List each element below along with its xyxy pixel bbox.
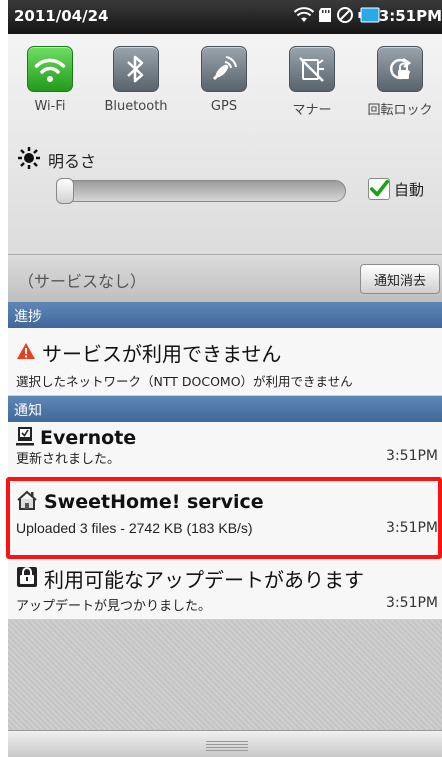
auto-label: 自動 xyxy=(394,180,425,199)
brightness-slider-thumb[interactable] xyxy=(56,178,74,204)
toggle-rotation-lock[interactable]: 回転ロック xyxy=(360,46,440,126)
brightness-label: 明るさ xyxy=(48,152,97,171)
notification-item-update[interactable]: 利用可能なアップデートがあります アップデートが見つかりました。 3:51PM xyxy=(8,558,442,620)
quick-settings: Wi-Fi Bluetooth GPS マナー 回転ロック 明るさ xyxy=(8,34,442,254)
auto-brightness-toggle[interactable]: 自動 xyxy=(368,178,424,200)
carrier-label: （サービスなし） xyxy=(18,272,147,291)
toggle-label: Bluetooth xyxy=(104,99,168,114)
status-bar: 2011/04/24 3:51PM xyxy=(8,0,442,34)
update-icon xyxy=(16,566,38,592)
silent-mode-icon xyxy=(289,46,335,92)
notification-detail: アップデートが見つかりました。 xyxy=(16,599,212,614)
brightness-icon xyxy=(18,147,40,173)
notification-detail: 更新されました。 xyxy=(16,452,121,467)
notification-time: 3:51PM xyxy=(386,448,438,464)
notification-title: 利用可能なアップデートがあります xyxy=(44,568,364,592)
highlight-box xyxy=(6,477,442,559)
auto-checkbox[interactable] xyxy=(368,178,390,200)
clear-notifications-button[interactable]: 通知消去 xyxy=(360,264,440,294)
notification-title: Evernote xyxy=(40,427,137,449)
notification-title-row: サービスが利用できません xyxy=(16,338,281,367)
status-time: 3:51PM xyxy=(378,7,442,25)
toggle-bluetooth[interactable]: Bluetooth xyxy=(96,46,176,126)
evernote-icon xyxy=(16,426,34,450)
status-icons xyxy=(293,5,380,29)
notification-item-evernote[interactable]: Evernote 更新されました。 3:51PM xyxy=(8,422,442,478)
notification-title-row: 利用可能なアップデートがあります xyxy=(16,564,364,593)
section-header-ongoing: 進捗 xyxy=(8,302,442,328)
warning-icon xyxy=(16,342,36,364)
drawer-handle[interactable] xyxy=(8,730,442,757)
brightness-row: 明るさ xyxy=(18,147,96,173)
bluetooth-icon xyxy=(113,46,159,92)
notification-detail: 選択したネットワーク（NTT DOCOMO）が利用できません xyxy=(16,374,353,389)
wifi-icon xyxy=(293,7,315,27)
no-signal-icon xyxy=(336,6,354,28)
notification-time: 3:51PM xyxy=(386,595,438,611)
brightness-slider[interactable] xyxy=(56,180,346,202)
toggle-label: Wi-Fi xyxy=(34,99,66,114)
screen-frame: 2011/04/24 3:51PM Wi-Fi Bluetooth GPS マナ… xyxy=(0,0,442,757)
drag-grip-icon xyxy=(206,739,248,751)
toggle-label: GPS xyxy=(210,99,238,114)
gps-icon xyxy=(201,46,247,92)
toggle-gps[interactable]: GPS xyxy=(184,46,264,126)
rotation-lock-icon xyxy=(377,46,423,92)
battery-icon xyxy=(358,7,380,27)
toggle-label: 回転ロック xyxy=(367,103,433,118)
toggle-wifi[interactable]: Wi-Fi xyxy=(10,46,90,126)
section-header-notifications: 通知 xyxy=(8,396,442,422)
sd-card-icon xyxy=(318,7,332,27)
empty-notification-area xyxy=(8,620,442,730)
status-date: 2011/04/24 xyxy=(14,7,109,25)
wifi-icon xyxy=(27,46,73,92)
carrier-row: （サービスなし） 通知消去 xyxy=(8,254,442,302)
toggle-silent-mode[interactable]: マナー xyxy=(272,46,352,126)
notification-title-row: Evernote xyxy=(16,426,136,450)
toggle-label: マナー xyxy=(292,103,332,118)
notification-item[interactable]: サービスが利用できません 選択したネットワーク（NTT DOCOMO）が利用でき… xyxy=(8,328,442,396)
notification-panel: 2011/04/24 3:51PM Wi-Fi Bluetooth GPS マナ… xyxy=(8,0,442,757)
notification-title: サービスが利用できません xyxy=(42,342,282,366)
